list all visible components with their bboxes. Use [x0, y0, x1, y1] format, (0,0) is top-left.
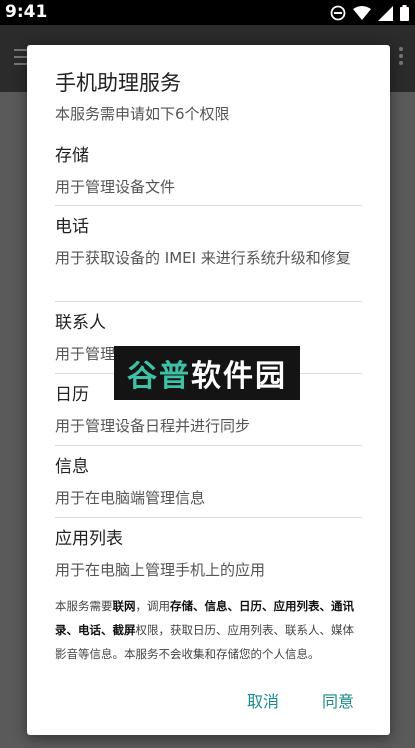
permission-name: 信息 [55, 457, 89, 477]
agree-button[interactable]: 同意 [322, 688, 354, 712]
divider [55, 301, 362, 302]
permission-desc: 用于管理设备文件 [55, 178, 176, 196]
divider [55, 205, 362, 206]
permission-desc: 用于在电脑端管理信息 [55, 489, 206, 507]
permission-item-phone: 电话 用于获取设备的 IMEI 来进行系统升级和修复 [55, 215, 362, 271]
privacy-note: 本服务需要联网，调用存储、信息、日历、应用列表、通讯录、电话、截屏权限，获取日历… [55, 594, 365, 666]
divider [55, 517, 362, 518]
permission-desc: 用于管理设备日程并进行同步 [55, 417, 251, 435]
wifi-icon [353, 5, 371, 20]
cancel-button[interactable]: 取消 [247, 688, 279, 712]
do-not-disturb-icon [330, 5, 346, 21]
status-time: 9:41 [5, 2, 48, 22]
watermark-text: 软件园 [191, 359, 287, 394]
note-text: 本服务需要 [55, 599, 113, 613]
status-icons [330, 4, 409, 22]
permission-desc: 用于在电脑上管理手机上的应用 [55, 561, 266, 579]
permission-name: 应用列表 [55, 529, 123, 549]
cellular-signal-icon [378, 5, 393, 21]
status-bar: 9:41 [0, 0, 415, 25]
watermark-logo: 谷普 软件园 [114, 346, 300, 400]
permission-item-messages: 信息 用于在电脑端管理信息 [55, 455, 362, 511]
dialog-title: 手机助理服务 [55, 71, 181, 95]
watermark-text: 谷普 [127, 359, 191, 394]
permission-item-storage: 存储 用于管理设备文件 [55, 144, 362, 200]
permission-item-app-list: 应用列表 用于在电脑上管理手机上的应用 [55, 527, 362, 583]
divider [55, 445, 362, 446]
battery-icon [400, 5, 409, 21]
permission-name: 电话 [55, 217, 89, 237]
permission-name: 存储 [55, 146, 89, 166]
more-options-icon[interactable] [399, 47, 403, 68]
permission-name: 联系人 [55, 313, 106, 333]
permission-desc: 用于获取设备的 IMEI 来进行系统升级和修复 [55, 249, 351, 267]
dialog-subtitle: 本服务需申请如下6个权限 [55, 105, 230, 123]
note-text: ，调用 [135, 599, 171, 613]
note-bold-text: 联网 [112, 599, 136, 613]
